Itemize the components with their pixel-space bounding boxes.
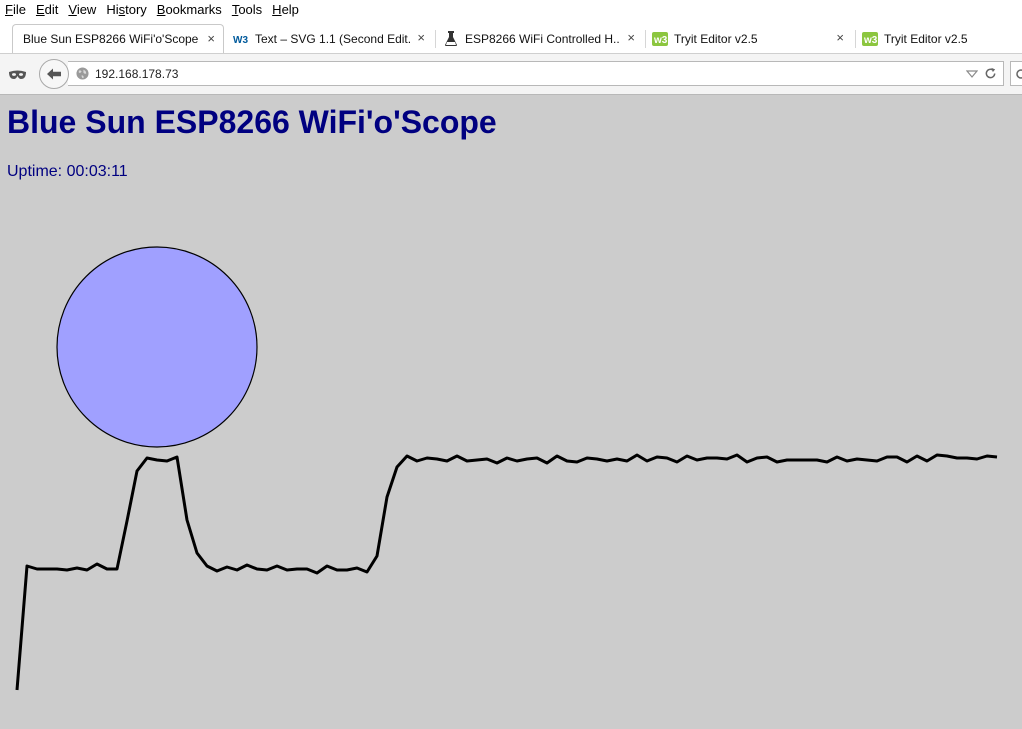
status-indicator-circle	[56, 246, 258, 448]
scope-display	[15, 246, 998, 691]
scope-trace-line	[15, 453, 998, 691]
